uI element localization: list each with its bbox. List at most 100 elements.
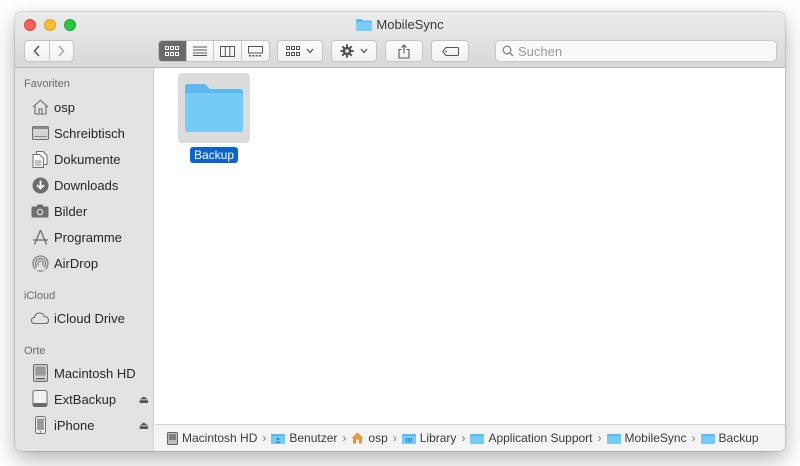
file-name-text: Backup: [189, 147, 239, 163]
gear-icon: [340, 44, 354, 58]
desktop-icon: [31, 124, 49, 142]
grid-menu-icon: [286, 46, 300, 56]
list-view-button[interactable]: [187, 41, 214, 61]
sidebar-item-label: Schreibtisch: [54, 125, 125, 141]
column-view-icon: [219, 45, 235, 57]
file-item-backup[interactable]: Backup: [178, 73, 250, 163]
gallery-view-button[interactable]: [242, 41, 269, 61]
list-view-icon: [192, 46, 207, 56]
group-button[interactable]: [277, 40, 323, 62]
sidebar-item-downloads[interactable]: Downloads: [31, 174, 149, 196]
search-placeholder: Suchen: [518, 43, 563, 59]
finder-window: MobileSync Suchen Favoriten osp Schreibt…: [15, 12, 785, 451]
tag-button[interactable]: [431, 40, 469, 62]
window-title-text: MobileSync: [376, 17, 444, 32]
chevron-down-icon: [306, 48, 314, 54]
users-folder-icon: [271, 433, 286, 444]
home-icon: [31, 98, 49, 116]
harddisk-icon: [167, 431, 178, 445]
folder-icon: [700, 433, 715, 444]
path-separator: ›: [597, 431, 602, 445]
apps-icon: [31, 228, 49, 246]
sidebar-item-label: iCloud Drive: [54, 310, 125, 326]
path-crumb-macintosh-hd[interactable]: Macintosh HD: [167, 431, 257, 445]
document-icon: [31, 150, 49, 168]
path-crumb-application-support[interactable]: Application Support: [470, 431, 593, 445]
folder-icon: [606, 433, 621, 444]
download-icon: [31, 176, 49, 194]
sidebar-item-label: Programme: [54, 229, 122, 245]
sidebar-item-iphone[interactable]: iPhone ⏏: [31, 414, 149, 436]
path-crumb-label: Application Support: [488, 431, 593, 445]
library-folder-icon: [401, 433, 416, 444]
path-separator: ›: [342, 431, 347, 445]
external-disk-icon: [31, 390, 49, 408]
sidebar-item-label: Macintosh HD: [54, 365, 136, 381]
path-crumb-benutzer[interactable]: Benutzer: [271, 431, 337, 445]
eject-icon[interactable]: ⏏: [139, 419, 149, 432]
sidebar-item-label: Bilder: [54, 203, 88, 219]
harddisk-icon: [31, 364, 49, 382]
path-separator: ›: [691, 431, 696, 445]
sidebar-item-dokumente[interactable]: Dokumente: [31, 148, 149, 170]
path-crumb-label: Library: [419, 431, 457, 445]
icon-view-icon: [165, 46, 180, 56]
airdrop-icon: [31, 254, 49, 272]
path-crumb-label: Benutzer: [289, 431, 338, 445]
camera-icon: [31, 202, 49, 220]
chevron-down-icon: [360, 48, 368, 54]
sidebar-section-orte: Orte: [24, 345, 46, 357]
sidebar-item-osp[interactable]: osp: [31, 96, 149, 118]
column-view-button[interactable]: [214, 41, 242, 61]
sidebar-item-label: osp: [54, 99, 75, 115]
path-crumb-mobilesync[interactable]: MobileSync: [606, 431, 687, 445]
path-crumb-label: osp: [368, 431, 388, 445]
titlebar: MobileSync Suchen: [15, 12, 785, 68]
sidebar-item-icloud-drive[interactable]: iCloud Drive: [31, 307, 149, 329]
phone-icon: [31, 416, 49, 434]
sidebar-item-label: Downloads: [54, 177, 119, 193]
path-separator: ›: [262, 431, 267, 445]
search-field[interactable]: Suchen: [495, 40, 777, 62]
tag-icon: [441, 46, 459, 56]
sidebar-item-macintosh-hd[interactable]: Macintosh HD: [31, 362, 149, 384]
back-button[interactable]: [25, 41, 50, 61]
file-name: Backup: [178, 147, 250, 163]
folder-icon: [185, 84, 243, 132]
nav-buttons: [24, 40, 74, 62]
sidebar-item-label: AirDrop: [54, 255, 99, 271]
sidebar-item-extbackup[interactable]: ExtBackup ⏏: [31, 388, 149, 410]
home-icon: [351, 432, 364, 444]
sidebar-section-icloud: iCloud: [24, 290, 56, 302]
view-mode-control: [158, 40, 270, 62]
sidebar-item-airdrop[interactable]: AirDrop: [31, 252, 149, 274]
forward-button[interactable]: [50, 41, 74, 61]
eject-icon[interactable]: ⏏: [139, 393, 149, 406]
path-crumb-library[interactable]: Library: [401, 431, 457, 445]
sidebar-section-favorites: Favoriten: [24, 78, 70, 90]
share-button[interactable]: [385, 40, 423, 62]
sidebar: Favoriten osp Schreibtisch Dokumente Dow…: [15, 68, 154, 451]
gallery-view-icon: [247, 45, 263, 56]
chevron-left-icon: [33, 45, 40, 57]
cloud-icon: [31, 309, 49, 327]
path-crumb-label: Macintosh HD: [182, 431, 258, 445]
path-crumb-label: Backup: [718, 431, 759, 445]
folder-icon: [356, 19, 373, 31]
path-bar: Macintosh HD › Benutzer › osp › Library …: [155, 424, 785, 451]
file-thumbnail: [178, 73, 250, 143]
sidebar-item-programme[interactable]: Programme: [31, 226, 149, 248]
path-crumb-label: MobileSync: [624, 431, 687, 445]
chevron-right-icon: [58, 45, 65, 57]
path-separator: ›: [461, 431, 466, 445]
action-button[interactable]: [331, 40, 377, 62]
icon-view-button[interactable]: [159, 41, 187, 61]
sidebar-item-label: iPhone: [54, 417, 95, 433]
file-browser[interactable]: Backup: [155, 68, 785, 424]
path-crumb-backup[interactable]: Backup: [700, 431, 759, 445]
sidebar-item-schreibtisch[interactable]: Schreibtisch: [31, 122, 149, 144]
folder-icon: [470, 433, 485, 444]
sidebar-item-bilder[interactable]: Bilder: [31, 200, 149, 222]
path-crumb-osp[interactable]: osp: [351, 431, 388, 445]
search-icon: [502, 45, 514, 57]
